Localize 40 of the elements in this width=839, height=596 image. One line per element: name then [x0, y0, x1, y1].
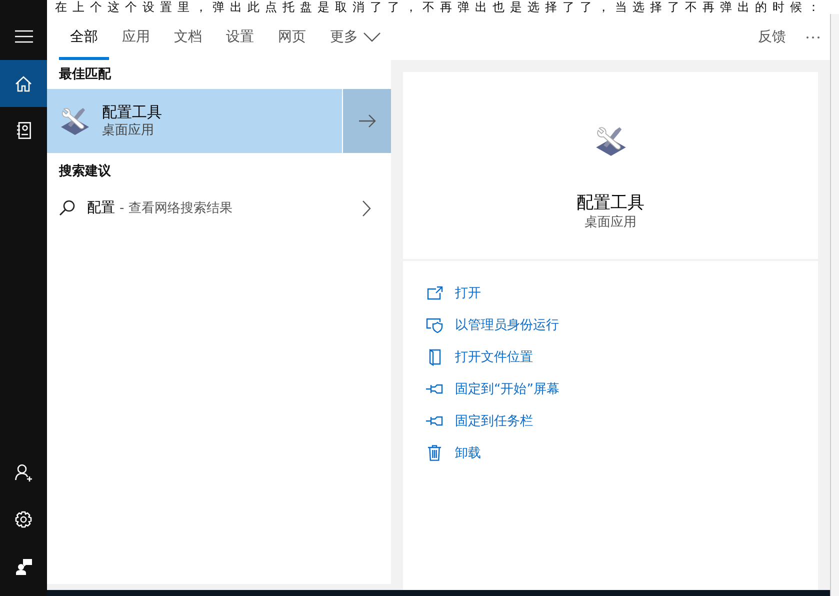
section-heading: 最佳匹配 [58, 66, 112, 84]
chevron-right-icon [362, 200, 371, 216]
feedback-icon [16, 558, 32, 574]
tab[interactable]: 设置 [215, 14, 265, 60]
app-type: 桌面应用 [102, 122, 155, 140]
suggestion-item[interactable]: 配置 - 查看网络搜索结果 [47, 188, 391, 228]
feedback-button[interactable]: 反馈 [750, 28, 794, 46]
best-match-item[interactable]: 配置工具 桌面应用 [47, 89, 342, 153]
section-heading: 搜索建议 [58, 162, 112, 181]
action-link[interactable]: 固定到任务栏 [425, 405, 533, 437]
chevron-down-icon [363, 32, 381, 42]
action-link[interactable]: 固定到“开始”屏幕 [425, 373, 560, 405]
app-type: 桌面应用 [584, 214, 636, 232]
tab[interactable]: 网页 [267, 14, 317, 60]
tab[interactable]: 文档 [163, 14, 213, 60]
more-tab[interactable]: 更多 [319, 14, 392, 60]
suggestion-text: 配置 - 查看网络搜索结果 [87, 199, 232, 217]
person-add-icon [14, 464, 32, 482]
notebook-icon [16, 122, 30, 139]
arrow-right-icon [358, 114, 376, 128]
search-icon [59, 200, 75, 216]
more-icon[interactable] [806, 36, 820, 38]
home-button[interactable] [0, 60, 47, 107]
pin-icon [425, 384, 444, 394]
tools-icon [594, 124, 628, 158]
app-title: 配置工具 [576, 192, 644, 214]
action-link[interactable]: 打开 [425, 277, 481, 309]
action-link[interactable]: 打开文件位置 [425, 341, 533, 373]
action-link[interactable]: 卸载 [425, 437, 481, 469]
tools-icon [59, 105, 91, 137]
home-icon [15, 76, 32, 92]
menu-icon [14, 30, 32, 43]
app-name: 配置工具 [102, 102, 162, 122]
open-icon [425, 286, 444, 300]
tab[interactable]: 应用 [111, 14, 161, 60]
trash-icon [425, 445, 444, 461]
settings-icon [15, 511, 32, 528]
shield-icon [425, 318, 444, 332]
action-link[interactable]: 以管理员身份运行 [425, 309, 559, 341]
pin-icon [425, 416, 444, 426]
